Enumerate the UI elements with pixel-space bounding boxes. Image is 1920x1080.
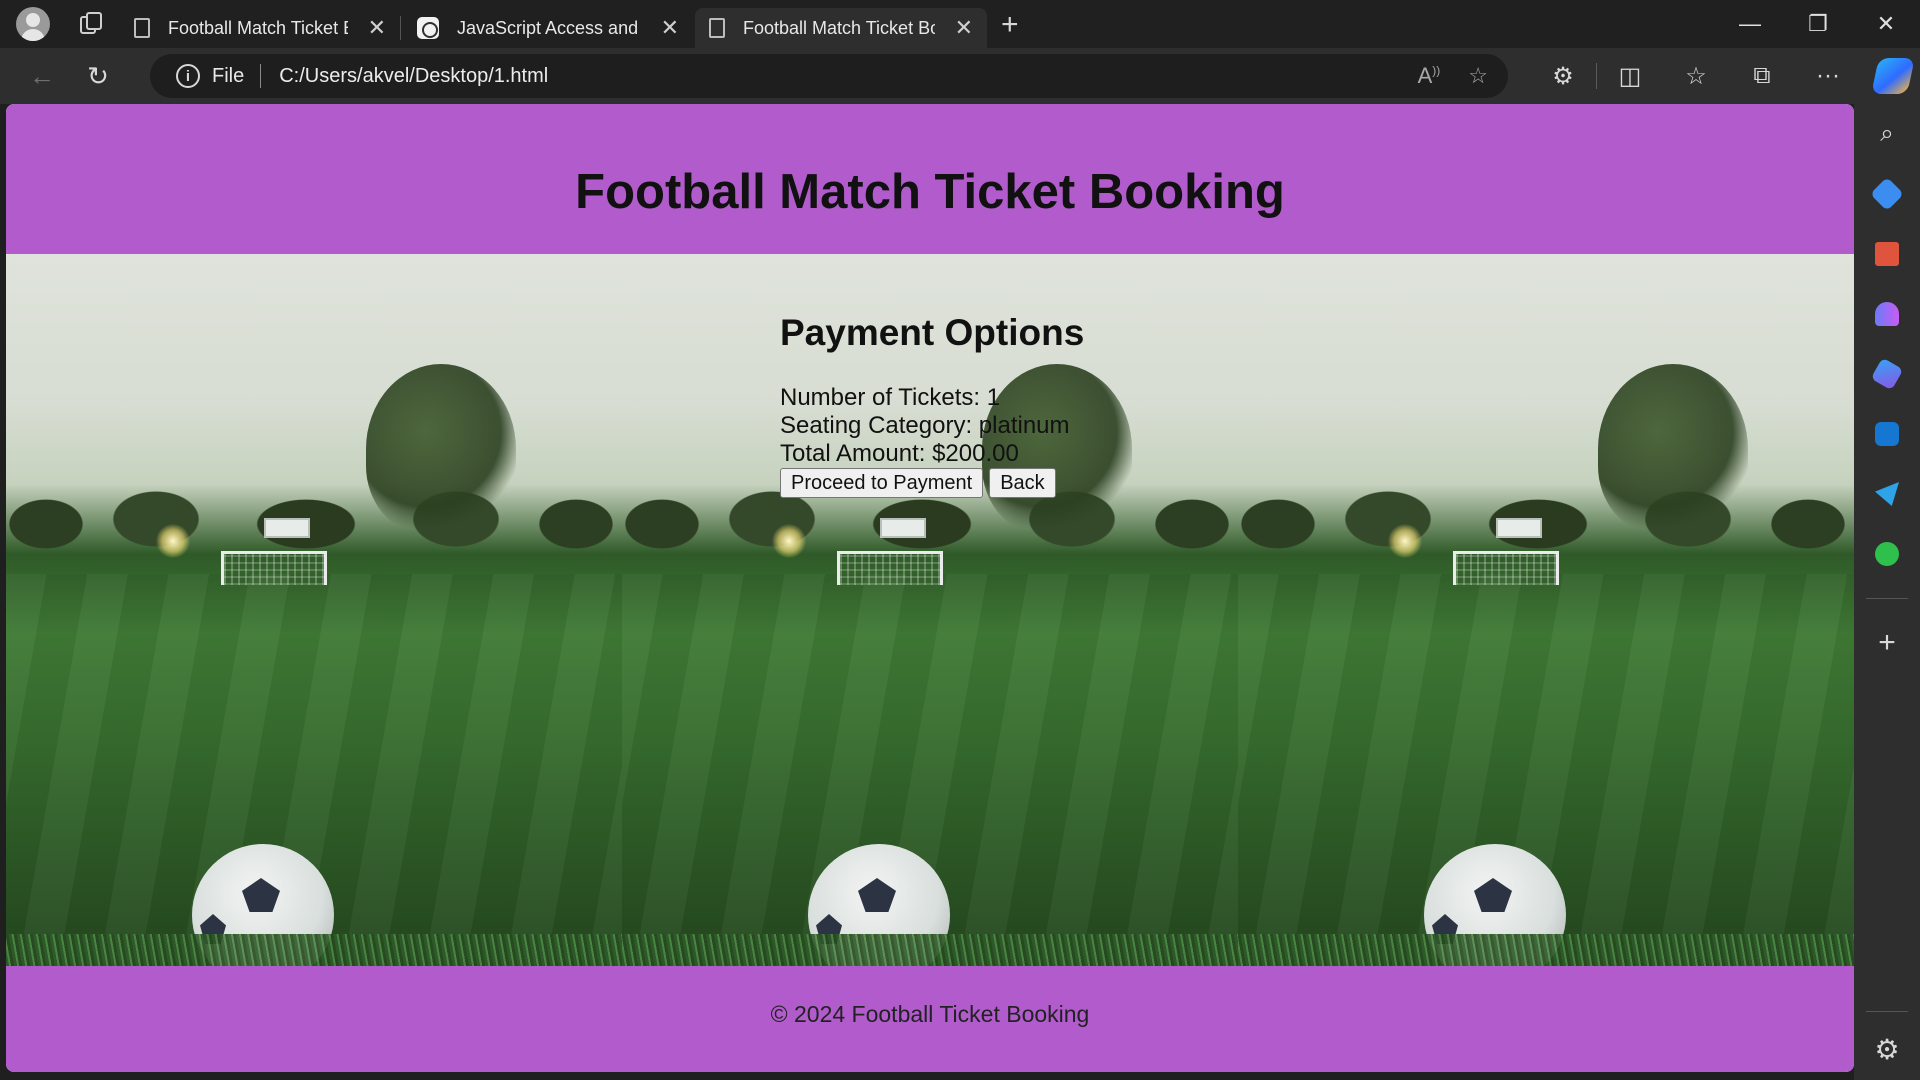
collections-icon[interactable]: ⧉ bbox=[1729, 48, 1795, 104]
tab-title: Football Match Ticket Booking bbox=[168, 17, 348, 38]
address-divider bbox=[260, 64, 262, 88]
restore-icon[interactable]: ❐ bbox=[1784, 0, 1852, 48]
browser-tab-strip: Football Match Ticket Booking ✕ JavaScri… bbox=[0, 0, 1920, 48]
sidebar-telegram-icon[interactable] bbox=[1854, 464, 1920, 524]
chatgpt-icon bbox=[417, 17, 439, 39]
payment-options-section: Payment Options Number of Tickets: 1 Sea… bbox=[780, 254, 1180, 498]
ticket-count-text: Number of Tickets: 1 bbox=[780, 384, 1001, 411]
sidebar-search-icon[interactable]: ⌕ bbox=[1854, 104, 1920, 164]
profile-avatar-icon[interactable] bbox=[16, 7, 50, 41]
split-screen-icon[interactable]: ◫ bbox=[1597, 48, 1663, 104]
address-url[interactable]: C:/Users/akvel/Desktop/1.html bbox=[279, 65, 548, 88]
background-image-tile bbox=[6, 254, 622, 966]
tab-divider bbox=[400, 16, 401, 40]
page-title: Football Match Ticket Booking bbox=[575, 165, 1285, 219]
more-menu-icon[interactable]: ··· bbox=[1795, 48, 1861, 104]
seating-category-text: Seating Category: platinum bbox=[780, 412, 1070, 439]
tab-football-booking-1[interactable]: Football Match Ticket Booking ✕ bbox=[120, 8, 400, 48]
back-arrow-icon[interactable]: ← bbox=[20, 54, 64, 98]
proceed-to-payment-button[interactable]: Proceed to Payment bbox=[780, 468, 984, 498]
read-aloud-icon[interactable]: A)) bbox=[1418, 63, 1441, 89]
refresh-icon[interactable]: ↻ bbox=[76, 54, 120, 98]
close-icon[interactable]: ✕ bbox=[368, 15, 386, 41]
minimize-icon[interactable]: — bbox=[1716, 0, 1784, 48]
close-icon[interactable]: ✕ bbox=[661, 15, 679, 41]
sidebar-divider bbox=[1866, 598, 1908, 599]
sidebar-green-app-icon[interactable] bbox=[1854, 524, 1920, 584]
window-controls: — ❐ ✕ bbox=[1716, 0, 1920, 48]
total-amount-text: Total Amount: $200.00 bbox=[780, 440, 1019, 467]
browser-sidebar: ⌕ + ⚙ bbox=[1854, 104, 1920, 1080]
workspaces-icon[interactable] bbox=[78, 10, 106, 38]
tab-title: Football Match Ticket Booking bbox=[743, 17, 935, 38]
payment-actions: Proceed to Payment Back bbox=[780, 468, 1180, 498]
sidebar-shopping-icon[interactable] bbox=[1854, 164, 1920, 224]
address-bar[interactable]: i File C:/Users/akvel/Desktop/1.html A))… bbox=[150, 54, 1508, 98]
favorites-icon[interactable]: ☆ bbox=[1663, 48, 1729, 104]
sidebar-copilot-icon[interactable] bbox=[1854, 344, 1920, 404]
toolbar-icons: ⚙ ◫ ☆ ⧉ ··· bbox=[1530, 48, 1915, 104]
footer-copyright: © 2024 Football Ticket Booking bbox=[770, 1000, 1090, 1027]
new-tab-plus-icon[interactable]: + bbox=[1001, 8, 1019, 42]
background-image-tile bbox=[1238, 254, 1854, 966]
close-icon[interactable]: ✕ bbox=[955, 15, 973, 41]
tab-javascript-access[interactable]: JavaScript Access and Checks. ✕ bbox=[403, 8, 693, 48]
sidebar-outlook-icon[interactable] bbox=[1854, 404, 1920, 464]
site-header: Football Match Ticket Booking bbox=[6, 104, 1854, 254]
sidebar-divider bbox=[1866, 1011, 1908, 1012]
copilot-icon[interactable] bbox=[1871, 58, 1915, 94]
sidebar-tools-icon[interactable] bbox=[1854, 224, 1920, 284]
address-scheme-label: File bbox=[212, 64, 245, 87]
page-icon bbox=[709, 18, 725, 38]
sidebar-settings-gear-icon[interactable]: ⚙ bbox=[1874, 1033, 1899, 1066]
back-button[interactable]: Back bbox=[989, 468, 1056, 498]
sidebar-games-icon[interactable] bbox=[1854, 284, 1920, 344]
site-footer: © 2024 Football Ticket Booking bbox=[6, 966, 1854, 1072]
page-viewport: Football Match Ticket Booking Payment Op… bbox=[6, 104, 1854, 1072]
browser-toolbar: ← ↻ i File C:/Users/akvel/Desktop/1.html… bbox=[0, 48, 1920, 104]
page-icon bbox=[134, 18, 150, 38]
tab-title: JavaScript Access and Checks. bbox=[457, 17, 641, 38]
extensions-icon[interactable]: ⚙ bbox=[1530, 48, 1596, 104]
payment-heading: Payment Options bbox=[780, 312, 1085, 353]
sidebar-add-icon[interactable]: + bbox=[1854, 613, 1920, 673]
address-actions: A)) ☆ bbox=[1418, 54, 1488, 98]
favorite-star-icon[interactable]: ☆ bbox=[1468, 63, 1488, 89]
tab-football-booking-active[interactable]: Football Match Ticket Booking ✕ bbox=[695, 8, 987, 48]
close-window-icon[interactable]: ✕ bbox=[1852, 0, 1920, 48]
info-icon[interactable]: i bbox=[176, 64, 200, 88]
